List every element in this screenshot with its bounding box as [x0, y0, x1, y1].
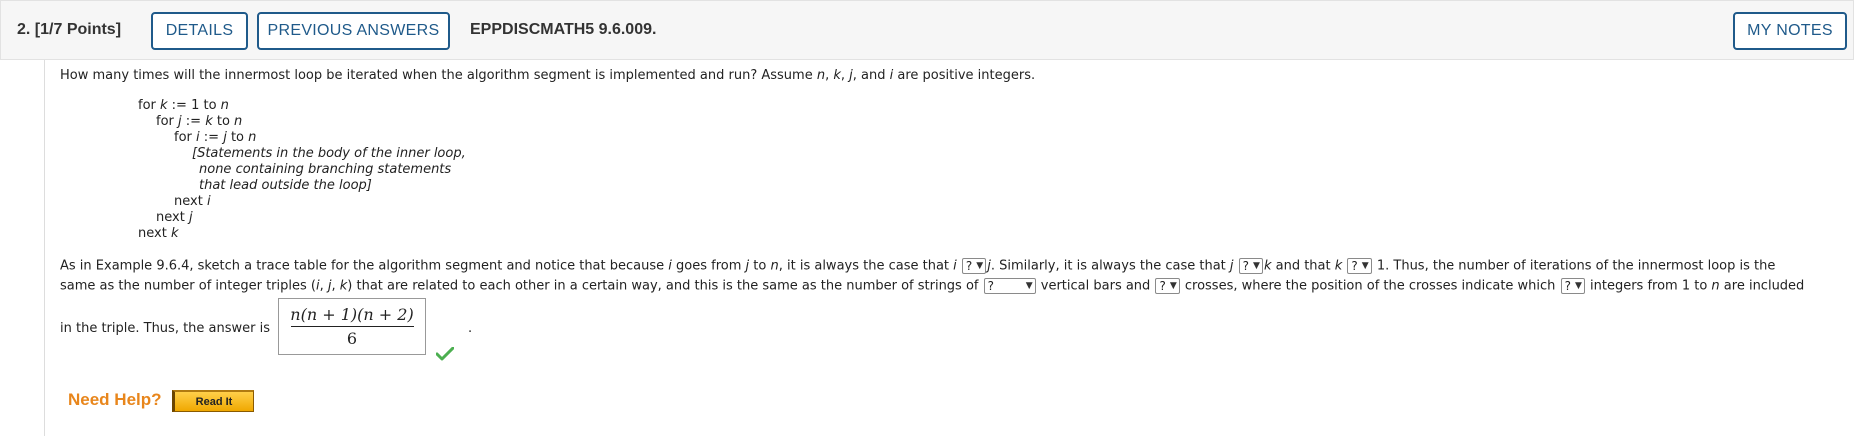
answer-denominator: 6	[346, 329, 358, 348]
question-number: 2. [1/7 Points]	[17, 21, 122, 38]
code-line-body-3: that lead outside the loop]	[199, 178, 372, 193]
integers-count-select[interactable]: ? ▼	[1560, 278, 1585, 294]
chevron-down-icon: ▼	[976, 261, 984, 271]
fraction-bar	[291, 326, 414, 327]
check-icon	[436, 347, 454, 361]
vertical-bars-select[interactable]: ? ▼	[983, 278, 1036, 294]
answer-numerator: n(n + 1)(n + 2)	[290, 305, 414, 324]
previous-answers-button[interactable]: PREVIOUS ANSWERS	[257, 12, 450, 50]
chevron-down-icon: ▼	[1574, 281, 1582, 291]
crosses-select[interactable]: ? ▼	[1155, 278, 1180, 294]
code-line-for-k: for k := 1 to n	[138, 98, 229, 113]
sentence-period: .	[468, 321, 473, 336]
code-line-next-k: next k	[138, 226, 179, 241]
answer-input-box[interactable]: n(n + 1)(n + 2) 6	[278, 298, 426, 355]
relation-select-j-k[interactable]: ? ▼	[1238, 258, 1263, 274]
explanation-line-3: in the triple. Thus, the answer is	[60, 321, 271, 336]
need-help-label: Need Help?	[68, 390, 162, 409]
content-left-border	[44, 60, 45, 436]
chevron-down-icon: ▼	[1253, 261, 1260, 271]
chevron-down-icon: ▼	[1361, 261, 1369, 271]
code-line-next-i: next i	[174, 194, 211, 209]
details-button[interactable]: DETAILS	[151, 12, 248, 50]
question-prompt: How many times will the innermost loop b…	[60, 68, 1036, 83]
explanation-line-2: same as the number of integer triples (i…	[60, 278, 1805, 294]
question-code: EPPDISCMATH5 9.6.009.	[470, 21, 657, 38]
code-line-next-j: next j	[156, 210, 193, 225]
explanation-line-1: As in Example 9.6.4, sketch a trace tabl…	[60, 258, 1776, 274]
relation-select-i-j[interactable]: ? ▼	[961, 258, 987, 274]
chevron-down-icon: ▼	[1025, 281, 1033, 291]
code-line-for-i: for i := j to n	[174, 130, 257, 145]
chevron-down-icon: ▼	[1169, 281, 1177, 291]
read-it-button[interactable]: Read It	[172, 390, 254, 412]
relation-select-k-1[interactable]: ? ▼	[1347, 258, 1372, 274]
code-line-body-1: [Statements in the body of the inner loo…	[192, 146, 466, 161]
my-notes-button[interactable]: MY NOTES	[1733, 12, 1847, 50]
code-line-for-j: for j := k to n	[156, 114, 243, 129]
code-line-body-2: none containing branching statements	[199, 162, 452, 177]
question-header: 2. [1/7 Points] DETAILS PREVIOUS ANSWERS…	[0, 0, 1854, 60]
